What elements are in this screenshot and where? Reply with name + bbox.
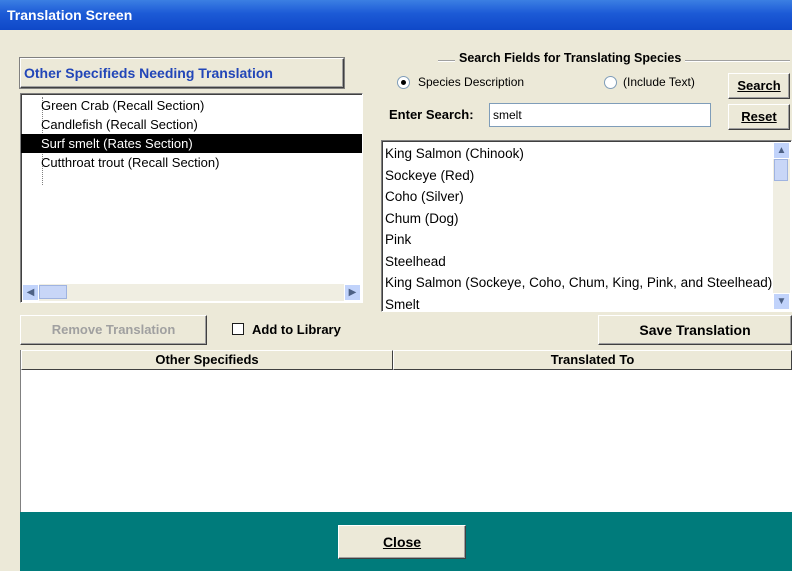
save-translation-button[interactable]: Save Translation [598, 315, 792, 345]
list-item[interactable]: Surf smelt (Rates Section) [21, 134, 362, 153]
left-horizontal-scrollbar[interactable]: ◀ ▶ [22, 284, 361, 301]
column-header-translated-to[interactable]: Translated To [393, 350, 792, 370]
add-to-library-label: Add to Library [252, 322, 341, 337]
scroll-thumb[interactable] [774, 159, 788, 181]
reset-button[interactable]: Reset [728, 104, 790, 130]
scroll-right-icon[interactable]: ▶ [344, 284, 361, 301]
scroll-left-icon[interactable]: ◀ [22, 284, 39, 301]
species-description-radio[interactable] [397, 76, 410, 89]
search-input[interactable]: smelt [489, 103, 711, 127]
list-item[interactable]: Pink [382, 229, 773, 251]
remove-translation-button[interactable]: Remove Translation [20, 315, 207, 345]
list-item[interactable]: Sockeye (Red) [382, 165, 773, 187]
enter-search-label: Enter Search: [389, 107, 474, 122]
scroll-down-icon[interactable]: ▼ [773, 293, 790, 310]
other-specifieds-list[interactable]: Green Crab (Recall Section) Candlefish (… [20, 93, 363, 303]
list-item[interactable]: King Salmon (Chinook) [382, 143, 773, 165]
window-title: Translation Screen [0, 0, 792, 30]
list-item[interactable]: Cutthroat trout (Recall Section) [21, 153, 362, 172]
list-item[interactable]: Green Crab (Recall Section) [21, 96, 362, 115]
list-item[interactable]: Candlefish (Recall Section) [21, 115, 362, 134]
list-item[interactable]: King Salmon (Sockeye, Coho, Chum, King, … [382, 272, 773, 294]
add-to-library-checkbox[interactable] [232, 323, 244, 335]
left-panel-header: Other Specifieds Needing Translation [20, 58, 344, 88]
include-text-radio[interactable] [604, 76, 617, 89]
column-header-other-specifieds[interactable]: Other Specifieds [21, 350, 393, 370]
species-results-list[interactable]: King Salmon (Chinook) Sockeye (Red) Coho… [381, 140, 792, 312]
close-button[interactable]: Close [338, 525, 466, 559]
search-button[interactable]: Search [728, 73, 790, 99]
scroll-thumb[interactable] [39, 285, 67, 299]
list-item[interactable]: Coho (Silver) [382, 186, 773, 208]
list-item[interactable]: Smelt [382, 294, 773, 312]
species-description-label: Species Description [418, 75, 525, 89]
translations-table[interactable]: Other Specifieds Translated To [20, 350, 792, 512]
include-text-label: (Include Text) [623, 75, 695, 89]
search-group-title: Search Fields for Translating Species [455, 51, 686, 65]
results-vertical-scrollbar[interactable]: ▲ ▼ [773, 142, 790, 310]
scroll-up-icon[interactable]: ▲ [773, 142, 790, 159]
list-item[interactable]: Chum (Dog) [382, 208, 773, 230]
list-item[interactable]: Steelhead [382, 251, 773, 273]
